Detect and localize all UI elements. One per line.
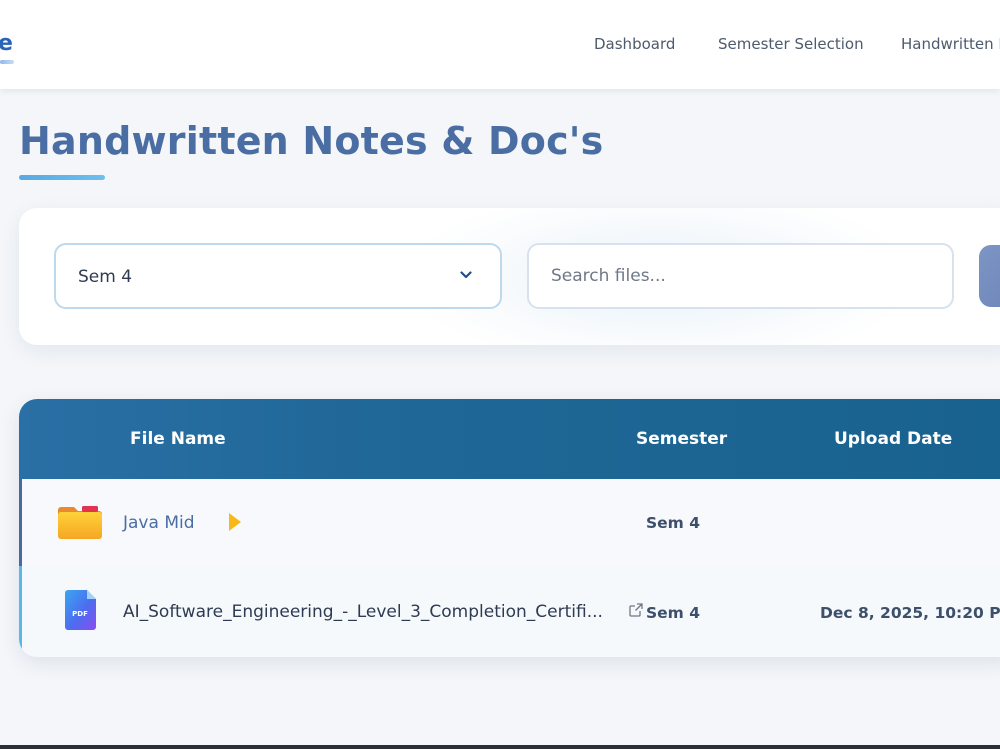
files-table: File Name Semester Upload Date Java Mid … — [19, 399, 1000, 657]
folder-icon — [58, 506, 102, 539]
semester-select-value: Sem 4 — [78, 267, 133, 287]
file-name[interactable]: Java Mid — [123, 513, 195, 533]
chevron-down-icon — [460, 271, 472, 279]
nav-link-dashboard[interactable]: Dashboard — [594, 35, 675, 53]
column-header-upload-date: Upload Date — [834, 429, 953, 449]
top-navbar: e Dashboard Semester Selection Handwritt… — [0, 0, 1000, 89]
filter-action-button[interactable] — [979, 245, 1000, 307]
bottom-border — [0, 745, 1000, 749]
table-header: File Name Semester Upload Date — [19, 399, 1000, 479]
logo-underline — [0, 60, 14, 64]
page-title: Handwritten Notes & Doc's — [19, 119, 604, 163]
play-icon[interactable] — [228, 512, 242, 532]
table-row[interactable]: PDF AI_Software_Engineering_-_Level_3_Co… — [19, 566, 1000, 657]
pdf-icon: PDF — [65, 590, 96, 630]
external-link-icon[interactable] — [629, 603, 643, 617]
main-nav: Dashboard Semester Selection Handwritten… — [0, 35, 1000, 55]
title-underline — [19, 175, 105, 180]
table-row[interactable]: Java Mid Sem 4 — [19, 479, 1000, 566]
semester-select[interactable]: Sem 4 — [54, 243, 502, 309]
svg-text:PDF: PDF — [72, 610, 88, 618]
nav-link-handwritten-notes[interactable]: Handwritten N — [901, 35, 1000, 53]
nav-link-semester-selection[interactable]: Semester Selection — [718, 35, 864, 53]
file-name[interactable]: AI_Software_Engineering_-_Level_3_Comple… — [123, 602, 603, 622]
column-header-file-name: File Name — [130, 429, 226, 449]
semester-cell: Sem 4 — [646, 514, 701, 532]
semester-cell: Sem 4 — [646, 604, 701, 622]
column-header-semester: Semester — [636, 429, 728, 449]
search-input[interactable] — [527, 243, 954, 309]
upload-date-cell: Dec 8, 2025, 10:20 PM — [820, 604, 1000, 622]
